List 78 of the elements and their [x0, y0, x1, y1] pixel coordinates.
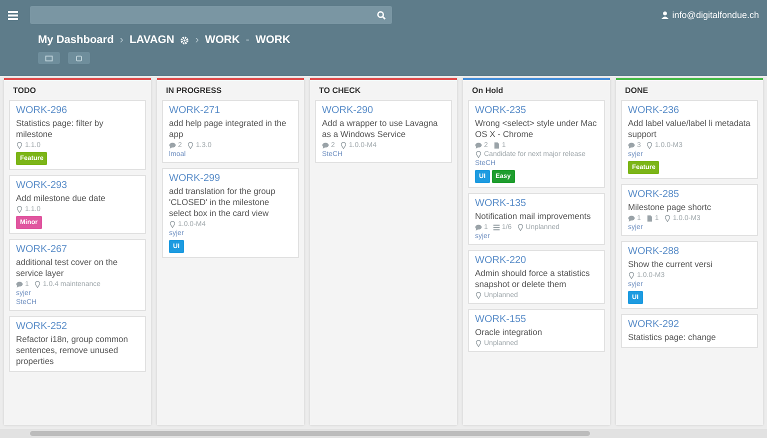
search-field[interactable] — [30, 6, 392, 24]
map-marker-icon — [664, 215, 671, 222]
card-title: Add a wrapper to use Lavagna as a Windows Service — [322, 118, 439, 140]
comment-icon — [475, 224, 482, 232]
breadcrumb-link[interactable]: WORK — [255, 34, 290, 46]
column-title: TODO — [12, 85, 37, 97]
column-title: TO CHECK — [318, 85, 362, 97]
map-marker-icon — [516, 224, 524, 232]
card-id-link[interactable]: WORK-220 — [475, 255, 526, 266]
map-marker-icon — [340, 142, 347, 150]
card-id-link[interactable]: WORK-252 — [16, 321, 68, 332]
map-marker-icon — [628, 272, 635, 280]
map-marker-icon — [34, 281, 41, 288]
card-id-link[interactable]: WORK-267 — [16, 244, 68, 256]
card-title: add translation for the group 'CLOSED' in the milestone select box in the card view — [169, 186, 276, 220]
archive-view-button[interactable] — [68, 52, 90, 64]
board-view-button[interactable] — [38, 52, 60, 64]
breadcrumb-separator: › — [120, 34, 124, 46]
card-id-link[interactable]: WORK-288 — [628, 246, 680, 258]
card-title: Statistics page: filter by milestone — [16, 118, 104, 140]
comment-icon — [628, 215, 635, 222]
comment-icon — [169, 142, 176, 150]
map-marker-icon — [646, 142, 653, 150]
file-icon — [492, 142, 500, 150]
task-card[interactable]: WORK-252 Refactor i18n, group common sentences, remove unused properties — [9, 316, 146, 372]
card-id-link[interactable]: WORK-236 — [628, 105, 680, 116]
breadcrumb-link[interactable]: WORK — [204, 34, 240, 46]
map-marker-icon — [475, 292, 482, 300]
breadcrumb-separator: - — [246, 34, 250, 46]
user-icon — [661, 11, 670, 19]
card-id-link[interactable]: WORK-235 — [475, 105, 526, 116]
map-marker-icon — [16, 142, 23, 150]
map-marker-icon — [169, 221, 176, 228]
card-id-link[interactable]: WORK-292 — [628, 319, 680, 330]
card-id-link[interactable]: WORK-290 — [322, 105, 374, 116]
card-id-link[interactable]: WORK-296 — [16, 105, 68, 116]
file-icon — [646, 215, 653, 222]
rectangle-icon[interactable] — [45, 54, 53, 62]
comment-icon — [16, 281, 23, 288]
breadcrumb-link[interactable]: My Dashboard — [38, 34, 114, 46]
square-icon[interactable] — [75, 54, 83, 62]
comment-icon — [322, 142, 329, 150]
map-marker-icon — [475, 151, 482, 158]
card-title: Oracle integration — [475, 327, 542, 338]
card-title: add help page integrated in the app — [169, 118, 288, 140]
card-title: Add milestone due date — [16, 193, 106, 204]
card-title: additional test cover on the service layer — [16, 257, 119, 280]
card-title: Wrong <select> style under Mac OS X - Chrome — [475, 118, 598, 140]
card-id-link[interactable]: WORK-271 — [169, 105, 220, 116]
column-title: IN PROGRESS — [165, 85, 223, 97]
card-title: Show the current versi — [628, 259, 713, 270]
card-id-link[interactable]: WORK-155 — [475, 314, 526, 326]
map-marker-icon — [186, 142, 194, 150]
search-icon[interactable] — [377, 10, 386, 20]
card-id-link[interactable]: WORK-293 — [16, 180, 68, 192]
comment-icon — [628, 142, 635, 150]
comment-icon — [475, 142, 482, 150]
card-id-link[interactable]: WORK-135 — [475, 198, 526, 210]
card-title: Admin should force a statistics snapshot or delete them — [475, 268, 591, 290]
checklist-icon — [492, 224, 500, 232]
map-marker-icon — [475, 340, 482, 348]
column-title: DONE — [624, 85, 650, 97]
card-title: Milestone page shortc — [628, 202, 712, 214]
breadcrumb-separator: › — [195, 34, 199, 46]
settings-icon[interactable] — [180, 36, 190, 44]
user-email[interactable]: info@digitalfondue.ch — [672, 10, 759, 20]
card-title: Notification mail improvements — [475, 211, 591, 222]
card-id-link[interactable]: WORK-285 — [628, 189, 680, 200]
card-id-link[interactable]: WORK-299 — [169, 173, 220, 184]
card-title: Add label value/label li metadata support — [628, 118, 751, 140]
menu-icon[interactable] — [8, 10, 18, 20]
task-card[interactable]: WORK-292 Statistics page: change — [621, 314, 758, 348]
column-title: On Hold — [471, 85, 504, 97]
map-marker-icon — [16, 206, 23, 214]
card-title: Refactor i18n, group common sentences, remove unused properties — [16, 334, 129, 368]
horizontal-scrollbar[interactable] — [0, 429, 767, 438]
card-title: Statistics page: change — [628, 332, 716, 344]
breadcrumb-link[interactable]: LAVAGN — [129, 34, 174, 46]
